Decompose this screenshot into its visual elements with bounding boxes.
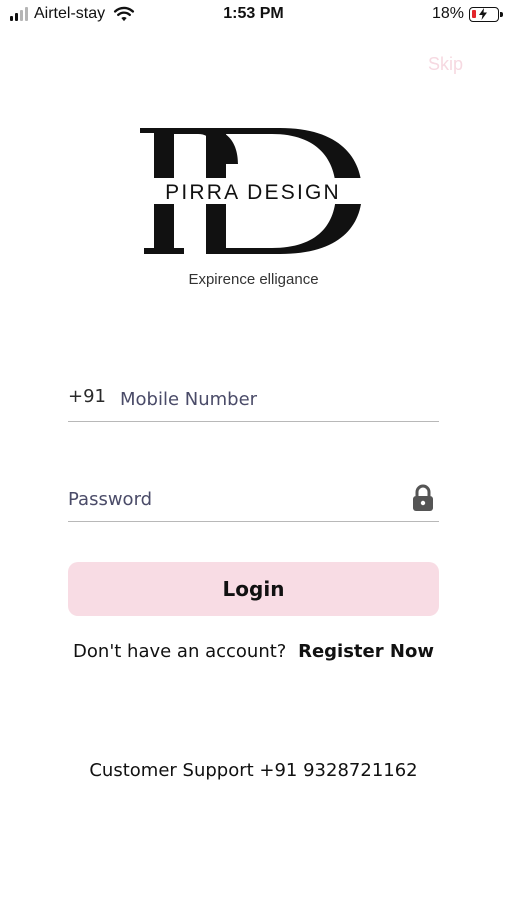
password-field <box>68 478 439 522</box>
login-screen: Airtel-stay 1:53 PM 18% Skip PIRRA DESIG… <box>0 0 507 900</box>
pirra-design-logo: PIRRA DESIGN <box>140 128 366 254</box>
battery-percent: 18% <box>431 5 464 22</box>
battery-level <box>472 9 476 18</box>
country-code: +91 <box>68 386 106 407</box>
brand-name: PIRRA DESIGN <box>165 181 341 204</box>
lock-icon <box>413 484 433 511</box>
customer-support-text: Customer Support +91 9328721162 <box>89 760 418 781</box>
status-right: 18% <box>431 5 503 23</box>
status-bar: Airtel-stay 1:53 PM 18% <box>0 0 507 30</box>
charging-bolt-icon <box>479 7 487 20</box>
battery-icon <box>469 6 503 22</box>
status-time: 1:53 PM <box>223 5 284 22</box>
register-prompt: Don't have an account? Register Now <box>0 641 507 662</box>
password-input[interactable] <box>68 482 398 516</box>
mobile-number-input[interactable] <box>120 382 435 416</box>
skip-button[interactable]: Skip <box>428 54 463 75</box>
mobile-field: +91 <box>68 378 439 422</box>
register-now-link[interactable]: Register Now <box>298 641 434 662</box>
brand-tagline: Expirence elligance <box>188 271 319 288</box>
register-question: Don't have an account? <box>73 641 287 662</box>
login-button[interactable]: Login <box>68 562 439 616</box>
